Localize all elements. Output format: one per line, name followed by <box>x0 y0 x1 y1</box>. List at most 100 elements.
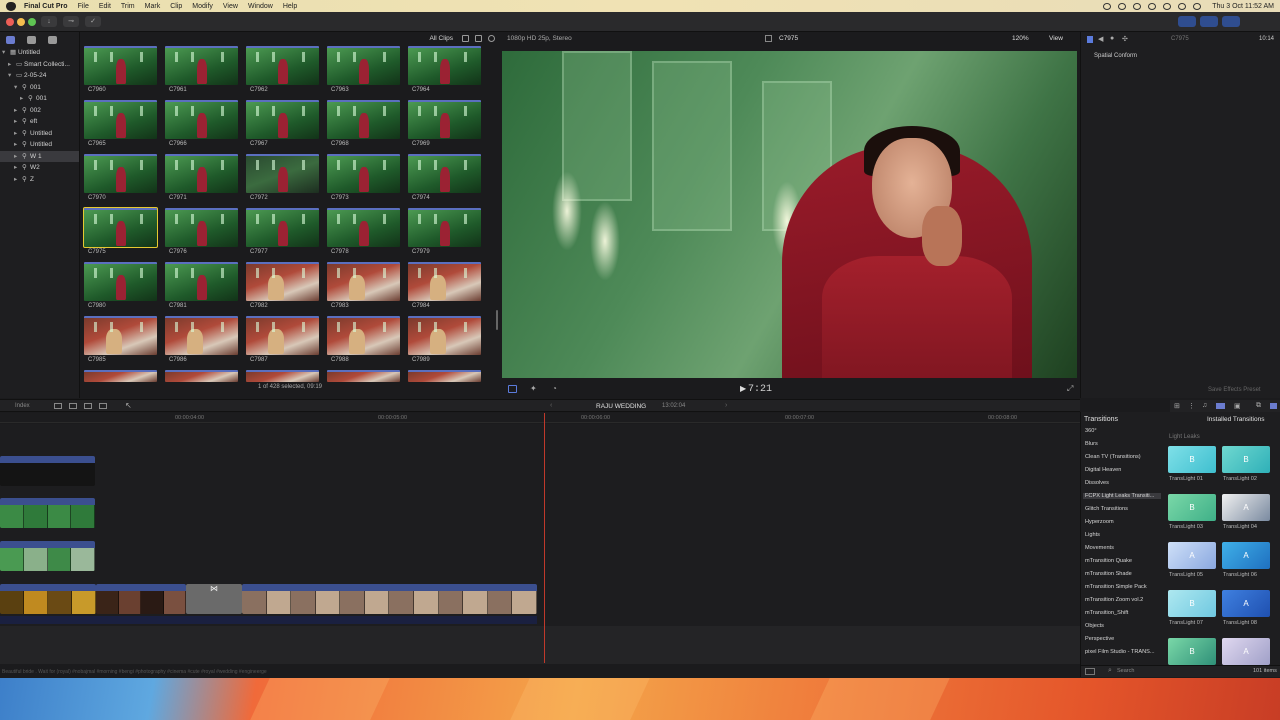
transition-category[interactable]: mTransition Simple Pack <box>1085 584 1147 590</box>
transition-category[interactable]: Objects <box>1085 623 1104 629</box>
menu-window[interactable]: Window <box>248 3 273 10</box>
search-icon[interactable] <box>488 35 495 42</box>
library-item[interactable]: ▸ ⚲ eft <box>0 116 79 128</box>
clip-thumbnail[interactable] <box>84 46 157 85</box>
clip-thumbnail[interactable] <box>246 370 319 382</box>
save-effects-preset-button[interactable]: Save Effects Preset <box>1208 387 1261 393</box>
menu-edit[interactable]: Edit <box>99 3 111 10</box>
broll-clip-2[interactable]: C C7968 C7978 C7968 <box>0 541 95 571</box>
disclosure-closed-icon[interactable]: ▸ <box>14 151 22 163</box>
fullscreen-icon[interactable]: ⤢ <box>1067 384 1073 394</box>
libraries-icon[interactable] <box>6 35 15 44</box>
zoom-window-button[interactable] <box>28 18 36 26</box>
transition-category[interactable]: Hyperzoom <box>1085 519 1114 525</box>
clip-thumbnail[interactable] <box>246 262 319 301</box>
video-inspector-icon[interactable] <box>1087 36 1093 43</box>
skimming-icon[interactable]: ⋮ <box>1188 402 1195 410</box>
timeline-ruler[interactable]: 00:00:04:00 00:00:05:00 00:00:06:00 00:0… <box>0 413 1080 423</box>
menu-app-name[interactable]: Final Cut Pro <box>24 3 68 10</box>
forward-arrow-icon[interactable]: › <box>725 402 727 409</box>
apple-icon[interactable] <box>6 1 16 11</box>
menu-view[interactable]: View <box>223 3 238 10</box>
library-item[interactable]: ▸ ⚲ W2 <box>0 162 79 174</box>
browser-scrollbar[interactable] <box>496 310 498 330</box>
menu-clip[interactable]: Clip <box>170 3 182 10</box>
view-dropdown[interactable]: View <box>1049 35 1063 42</box>
clip-appearance-icon[interactable] <box>462 35 469 42</box>
transitions-browser-icon[interactable]: ⧉ <box>1256 402 1261 410</box>
clip-thumbnail[interactable] <box>83 207 158 248</box>
clip-thumbnail[interactable] <box>165 208 238 247</box>
clip-thumbnail[interactable] <box>246 154 319 193</box>
transition-category[interactable]: Dissolves <box>1085 480 1109 486</box>
clip-thumbnail[interactable] <box>327 46 400 85</box>
clip-thumbnail[interactable] <box>327 316 400 355</box>
clip-thumbnail[interactable] <box>84 154 157 193</box>
library-item[interactable]: ▸ ⚲ 002 <box>0 105 79 117</box>
menu-mark[interactable]: Mark <box>145 3 161 10</box>
display-icon[interactable] <box>1133 2 1142 10</box>
connect-clip-icon[interactable] <box>54 403 62 409</box>
transition-thumbnail[interactable]: A <box>1222 542 1270 569</box>
clip-thumbnail[interactable] <box>165 154 238 193</box>
snapping-icon[interactable] <box>1216 403 1225 409</box>
disclosure-closed-icon[interactable]: ▸ <box>14 174 22 186</box>
minimize-window-button[interactable] <box>17 18 25 26</box>
transition-category[interactable]: Movements <box>1085 545 1114 551</box>
clip-thumbnail[interactable] <box>165 46 238 85</box>
transition-thumbnail[interactable]: B <box>1168 446 1216 473</box>
clip-thumbnail[interactable] <box>246 100 319 139</box>
clip-thumbnail[interactable] <box>327 208 400 247</box>
viewer-frame[interactable] <box>502 51 1077 378</box>
clip-thumbnail[interactable] <box>84 370 157 382</box>
transform-icon[interactable] <box>508 385 517 393</box>
menu-trim[interactable]: Trim <box>121 3 135 10</box>
library-item[interactable]: ▾ ⚲ 001 <box>0 82 79 94</box>
disclosure-closed-icon[interactable]: ▸ <box>14 128 22 140</box>
transition-thumbnail[interactable]: B <box>1168 494 1216 521</box>
clip-thumbnail[interactable] <box>408 316 481 355</box>
clip-thumbnail[interactable] <box>327 154 400 193</box>
clip-thumbnail[interactable] <box>165 262 238 301</box>
transition-category[interactable]: mTransition Zoom vol.2 <box>1085 597 1143 603</box>
overwrite-clip-icon[interactable] <box>99 403 107 409</box>
index-button[interactable]: Index <box>15 403 30 409</box>
select-tool-icon[interactable]: ↖ <box>125 401 132 410</box>
library-item[interactable]: ▾ ▭ 2-05-24 <box>0 70 79 82</box>
append-clip-icon[interactable] <box>84 403 92 409</box>
filmstrip-icon[interactable] <box>475 35 482 42</box>
menu-file[interactable]: File <box>78 3 89 10</box>
clip-appearance-icon[interactable]: ⊞ <box>1174 402 1180 410</box>
installed-transitions-dropdown[interactable]: Installed Transitions <box>1207 416 1264 423</box>
search-icon[interactable]: ⌕ <box>1108 667 1112 675</box>
audio-inspector-icon[interactable]: ◀ <box>1098 35 1103 43</box>
info-inspector-icon[interactable]: ● <box>1110 35 1114 42</box>
keywords-icon[interactable]: ⊸ <box>63 16 79 27</box>
transition-thumbnail[interactable]: A <box>1222 590 1270 617</box>
library-item[interactable]: ▾ ▦ Untitled <box>0 47 79 59</box>
clip-thumbnail[interactable] <box>327 370 400 382</box>
transition-thumbnail[interactable]: B <box>1222 446 1270 473</box>
search-icon[interactable] <box>1178 2 1187 10</box>
clip-thumbnail[interactable] <box>408 100 481 139</box>
transition-thumbnail[interactable]: B <box>1168 638 1216 665</box>
back-arrow-icon[interactable]: ‹ <box>550 402 552 409</box>
clip-thumbnail[interactable] <box>84 262 157 301</box>
transitions-toggle-icon[interactable] <box>1270 403 1277 409</box>
disclosure-closed-icon[interactable]: ▸ <box>14 139 22 151</box>
titles-generators-icon[interactable] <box>48 35 57 44</box>
transition-category[interactable]: mTransition Quake <box>1085 558 1132 564</box>
photos-audio-icon[interactable] <box>27 35 36 44</box>
playhead[interactable] <box>544 413 545 663</box>
speed-icon[interactable]: ◔ <box>552 384 557 393</box>
zoom-dropdown[interactable]: 120% <box>1012 35 1029 42</box>
import-icon[interactable]: ↓ <box>41 16 57 27</box>
play-button[interactable]: ▶ <box>740 384 746 393</box>
transition-thumbnail[interactable]: A <box>1222 638 1270 665</box>
clip-thumbnail[interactable] <box>165 100 238 139</box>
disclosure-open-icon[interactable]: ▾ <box>14 82 22 94</box>
disclosure-closed-icon[interactable]: ▸ <box>14 116 22 128</box>
project-name[interactable]: RAJU WEDDING <box>596 403 646 410</box>
effects-browser-icon[interactable]: ▣ <box>1234 402 1241 410</box>
title-clip[interactable]: old film letters - film leader <box>0 456 95 486</box>
